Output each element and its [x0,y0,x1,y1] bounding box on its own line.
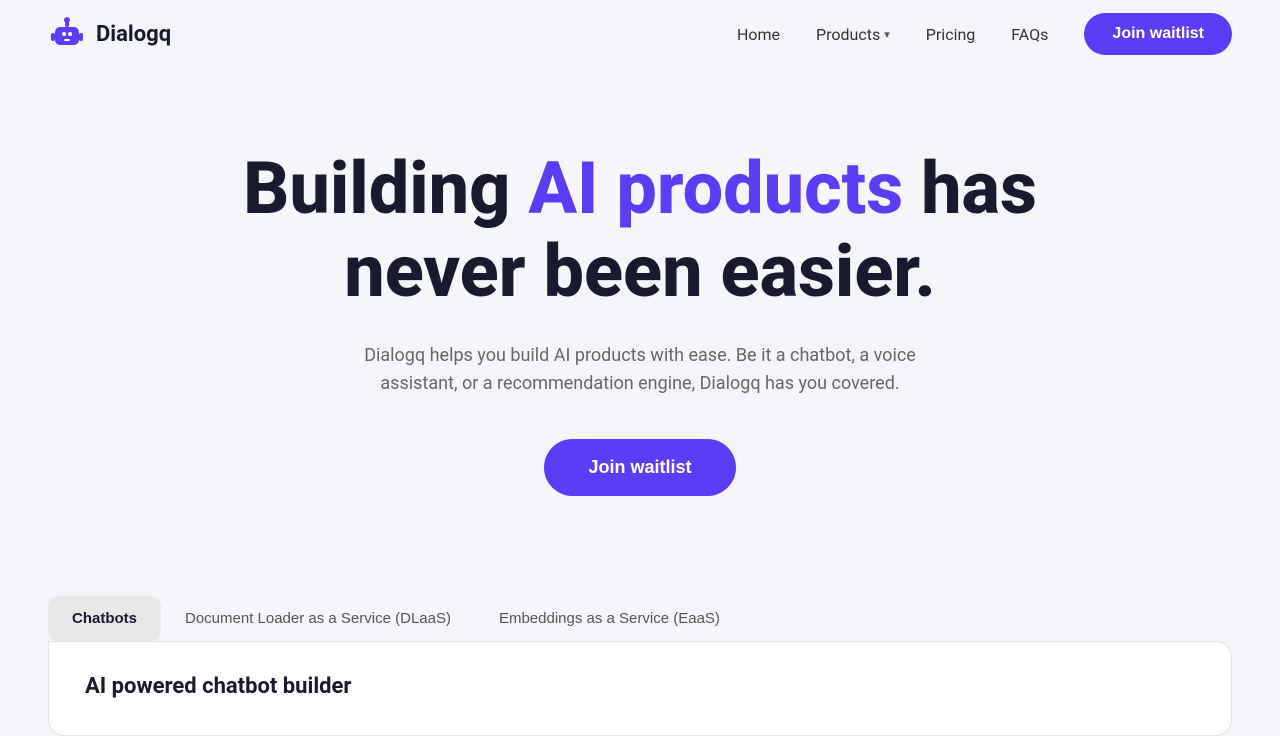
nav-products[interactable]: Products ▾ [816,25,890,44]
logo[interactable]: Dialogq [48,15,171,53]
tab-chatbots[interactable]: Chatbots [48,596,161,641]
tabs-section: Chatbots Document Loader as a Service (D… [0,556,1280,641]
panel-title: AI powered chatbot builder [85,674,1195,699]
tab-dlaas[interactable]: Document Loader as a Service (DLaaS) [161,596,475,641]
hero-title: Building AI products has never been easi… [190,148,1090,314]
hero-subtitle: Dialogq helps you build AI products with… [340,342,940,400]
nav-pricing[interactable]: Pricing [926,25,976,44]
nav-home[interactable]: Home [737,25,780,44]
logo-icon [48,15,86,53]
nav-faqs[interactable]: FAQs [1011,25,1048,44]
hero-title-accent: AI products [528,146,903,231]
nav-join-waitlist-button[interactable]: Join waitlist [1084,13,1232,55]
navbar: Dialogq Home Products ▾ Pricing FAQs Joi… [0,0,1280,68]
tabs-bar: Chatbots Document Loader as a Service (D… [48,596,1232,641]
hero-title-prefix: Building [243,146,528,231]
nav-links: Home Products ▾ Pricing FAQs Join waitli… [737,13,1232,55]
products-chevron-icon: ▾ [884,28,890,41]
hero-join-waitlist-button[interactable]: Join waitlist [544,439,735,496]
logo-text: Dialogq [96,22,171,47]
hero-section: Building AI products has never been easi… [0,68,1280,556]
tab-eaas[interactable]: Embeddings as a Service (EaaS) [475,596,744,641]
tab-content-panel: AI powered chatbot builder [48,641,1232,736]
